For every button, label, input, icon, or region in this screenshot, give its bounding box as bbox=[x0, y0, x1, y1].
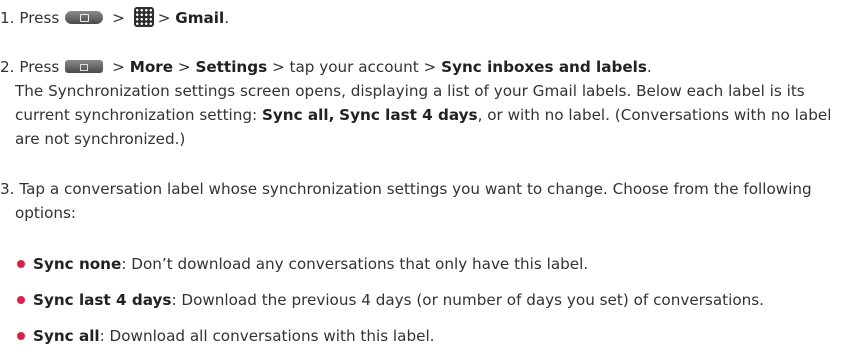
step-1-text: 1. Press > > Gmail. bbox=[0, 6, 845, 30]
step-3: 3. Tap a conversation label whose synchr… bbox=[0, 177, 845, 225]
press-text: Press bbox=[19, 58, 60, 76]
gmail-label: Gmail bbox=[175, 9, 225, 27]
option-term: Sync none bbox=[33, 255, 122, 273]
step-2-text: 2. Press > More > Settings > tap your ac… bbox=[0, 55, 845, 79]
list-item: Sync last 4 days: Download the previous … bbox=[17, 288, 847, 312]
separator: > bbox=[177, 58, 191, 76]
option-term: Sync last 4 days bbox=[33, 291, 172, 309]
period: . bbox=[224, 9, 230, 27]
step-2: 2. Press > More > Settings > tap your ac… bbox=[0, 55, 845, 151]
step-2-description: The Synchronization settings screen open… bbox=[0, 79, 845, 151]
settings-label: Settings bbox=[195, 58, 268, 76]
tap-account-text: > tap your account > bbox=[271, 58, 437, 76]
sync-all-label: Sync all, bbox=[261, 106, 335, 124]
list-item: Sync none: Don’t download any conversati… bbox=[17, 252, 847, 276]
period: . bbox=[646, 58, 652, 76]
more-label: More bbox=[129, 58, 174, 76]
option-description: : Download all conversations with this l… bbox=[99, 327, 435, 345]
list-item: Sync all: Download all conversations wit… bbox=[17, 324, 847, 348]
step-number: 2. bbox=[0, 58, 15, 76]
bullet-icon bbox=[17, 259, 25, 268]
press-text: Press bbox=[19, 9, 60, 27]
menu-key-icon bbox=[65, 60, 104, 73]
option-term: Sync all bbox=[33, 327, 100, 345]
step-1: 1. Press > > Gmail. bbox=[0, 6, 845, 30]
step-3-text: 3. Tap a conversation label whose synchr… bbox=[0, 180, 812, 222]
separator: > bbox=[157, 9, 171, 27]
instructions-document: 1. Press > > Gmail. 2. Press > More > Se… bbox=[0, 0, 855, 358]
separator: > bbox=[112, 58, 125, 76]
bullet-icon bbox=[17, 331, 25, 340]
option-description: : Don’t download any conversations that … bbox=[121, 255, 589, 273]
sync-last-label: Sync last 4 days bbox=[339, 106, 478, 124]
home-key-icon bbox=[65, 11, 104, 24]
step-number: 1. bbox=[0, 9, 15, 27]
sync-inboxes-label: Sync inboxes and labels bbox=[441, 58, 647, 76]
apps-icon bbox=[133, 6, 154, 27]
bullet-icon bbox=[17, 295, 25, 304]
option-description: : Download the previous 4 days (or numbe… bbox=[171, 291, 764, 309]
separator: > bbox=[112, 9, 125, 27]
